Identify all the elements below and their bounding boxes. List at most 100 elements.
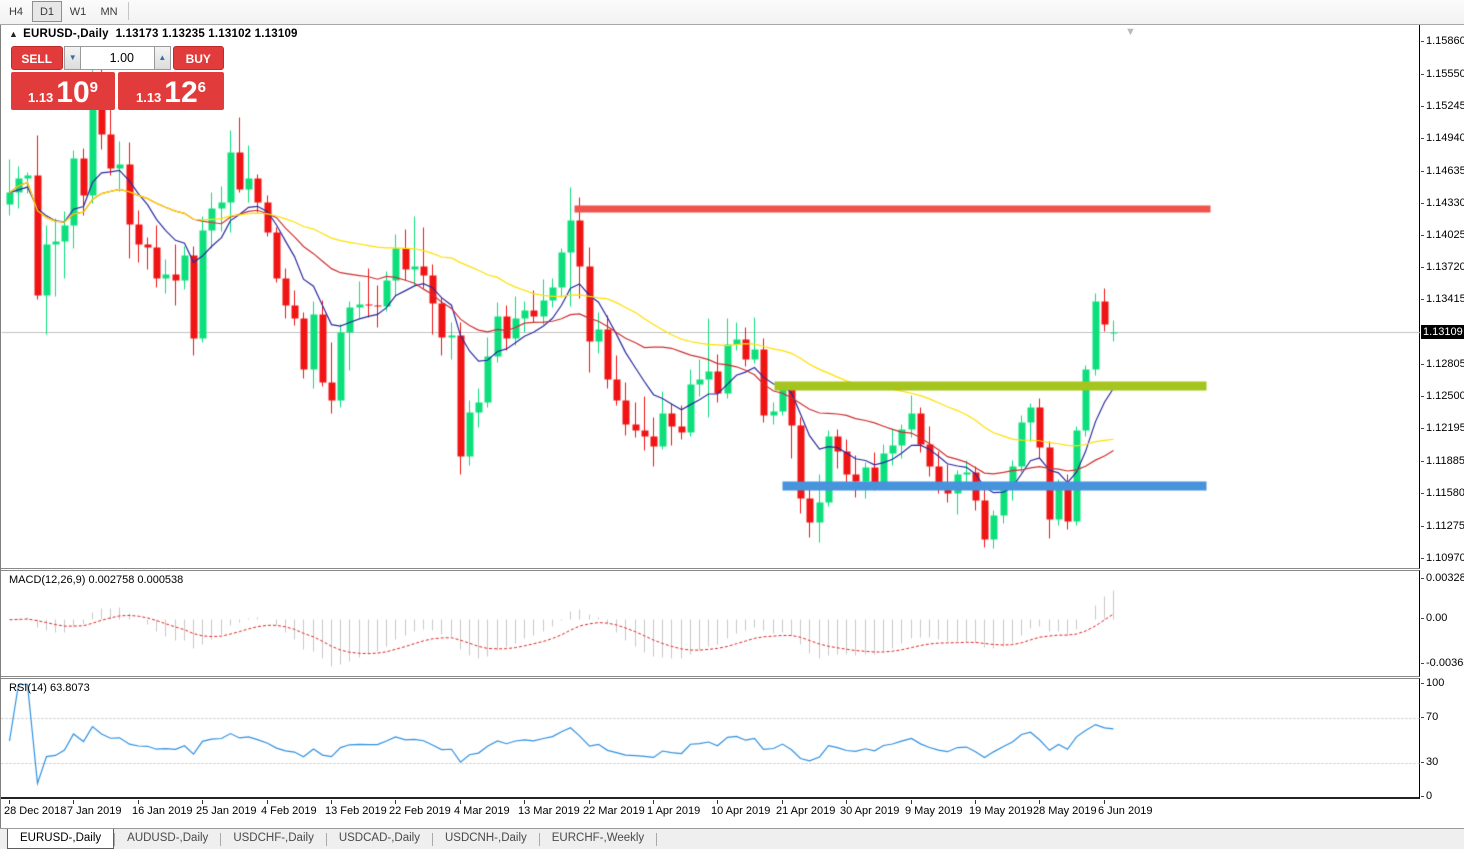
volume-decrease-icon[interactable]: ▼ <box>64 46 81 70</box>
rsi-axis-label: 70 <box>1426 711 1438 723</box>
chart-tab-usdcad-daily[interactable]: USDCAD-,Daily <box>327 829 432 849</box>
buy-button[interactable]: BUY <box>173 46 225 70</box>
price-axis-label: 1.14330 <box>1426 197 1464 209</box>
time-axis-tick <box>911 800 912 804</box>
time-axis[interactable]: 28 Dec 20187 Jan 2019 16 Jan 201925 Jan 2… <box>1 800 1420 828</box>
buy-price-sup: 6 <box>198 79 206 96</box>
sell-price-box[interactable]: 1.13 10 9 <box>11 72 115 110</box>
time-axis-tick <box>782 800 783 804</box>
time-axis-label: 13 Feb 2019 <box>325 805 387 817</box>
time-axis-label: 6 Jun 2019 <box>1098 805 1152 817</box>
sell-price-sup: 9 <box>90 79 98 96</box>
buy-price-small: 1.13 <box>136 90 161 105</box>
time-axis-tick <box>846 800 847 804</box>
macd-axis-label: 0.003287 <box>1426 572 1464 584</box>
collapse-panel-icon[interactable]: ▲ <box>9 29 18 39</box>
chart-window: ▲ EURUSD-,Daily 1.13173 1.13235 1.13102 1… <box>0 25 1464 828</box>
time-axis-label: 7 Jan 2019 <box>67 805 121 817</box>
price-axis-label: 1.11580 <box>1426 487 1464 499</box>
price-axis-label: 1.12805 <box>1426 358 1464 370</box>
timeframe-button-w1[interactable]: W1 <box>63 1 93 22</box>
price-axis-label: 1.14025 <box>1426 229 1464 241</box>
time-axis-label: 30 Apr 2019 <box>840 805 899 817</box>
time-axis-label: 10 Apr 2019 <box>711 805 770 817</box>
buy-price-box[interactable]: 1.13 12 6 <box>118 72 224 110</box>
price-axis-label: 1.11885 <box>1426 455 1464 467</box>
time-axis-tick <box>1039 800 1040 804</box>
time-axis-tick <box>717 800 718 804</box>
time-axis-tick <box>524 800 525 804</box>
time-axis-label: 25 Jan 2019 <box>196 805 257 817</box>
timeframe-button-h4[interactable]: H4 <box>1 1 31 22</box>
time-axis-label: 21 Apr 2019 <box>776 805 835 817</box>
volume-increase-icon[interactable]: ▲ <box>154 46 171 70</box>
chart-tab-bar: EURUSD-,DailyAUDUSD-,DailyUSDCHF-,DailyU… <box>0 828 1464 849</box>
chart-tab-usdchf-daily[interactable]: USDCHF-,Daily <box>221 829 326 849</box>
sell-price-small: 1.13 <box>28 90 53 105</box>
rsi-indicator-pane[interactable]: RSI(14) 63.8073 <box>1 678 1420 799</box>
time-axis-tick <box>9 800 10 804</box>
time-axis-tick <box>975 800 976 804</box>
time-axis-label: 13 Mar 2019 <box>518 805 580 817</box>
volume-input[interactable] <box>81 46 154 70</box>
chart-tab-eurchf-weekly[interactable]: EURCHF-,Weekly <box>540 829 656 849</box>
time-axis-label: 22 Feb 2019 <box>389 805 451 817</box>
timeframe-button-mn[interactable]: MN <box>94 1 124 22</box>
chart-shift-marker-icon[interactable]: ▼ <box>1125 26 1136 38</box>
time-axis-label: 19 May 2019 <box>969 805 1033 817</box>
price-axis-label: 1.14635 <box>1426 165 1464 177</box>
price-axis[interactable]: 1.15860 1.15550 1.15245 1.14940 1.14635 1.143… <box>1421 25 1464 800</box>
ohlc-values: 1.13173 1.13235 1.13102 1.13109 <box>116 28 298 40</box>
symbol-title: EURUSD-,Daily <box>23 28 109 40</box>
current-price-badge: 1.13109 <box>1421 325 1464 339</box>
time-axis-tick <box>331 800 332 804</box>
price-axis-label: 1.15860 <box>1426 35 1464 47</box>
time-axis-label: 4 Mar 2019 <box>454 805 510 817</box>
time-axis-label: 22 Mar 2019 <box>583 805 645 817</box>
timeframe-toolbar: H4D1W1MN <box>0 0 1464 25</box>
rsi-axis-label: 0 <box>1426 790 1432 802</box>
symbol-header: ▲ EURUSD-,Daily 1.13173 1.13235 1.13102 1… <box>9 28 298 40</box>
macd-axis-label: 0.00 <box>1426 612 1447 624</box>
buy-price-big: 12 <box>164 78 197 108</box>
time-axis-label: 28 Dec 2018 <box>4 805 66 817</box>
macd-indicator-pane[interactable]: MACD(12,26,9) 0.002758 0.000538 <box>1 570 1420 677</box>
price-axis-label: 1.15550 <box>1426 68 1464 80</box>
chart-tab-audusd-daily[interactable]: AUDUSD-,Daily <box>115 829 220 849</box>
toolbar-separator <box>128 2 129 20</box>
price-axis-label: 1.14940 <box>1426 132 1464 144</box>
sell-button[interactable]: SELL <box>11 46 63 70</box>
rsi-canvas[interactable] <box>1 679 1420 800</box>
rsi-label: RSI(14) 63.8073 <box>9 682 90 694</box>
price-axis-label: 1.13415 <box>1426 293 1464 305</box>
rsi-axis-label: 100 <box>1426 677 1444 689</box>
price-axis-label: 1.12195 <box>1426 422 1464 434</box>
price-chart-pane[interactable]: ▲ EURUSD-,Daily 1.13173 1.13235 1.13102 1… <box>1 25 1420 569</box>
macd-label: MACD(12,26,9) 0.002758 0.000538 <box>9 574 183 586</box>
time-axis-label: 9 May 2019 <box>905 805 962 817</box>
sell-price-big: 10 <box>56 78 89 108</box>
time-axis-tick <box>1104 800 1105 804</box>
macd-canvas[interactable] <box>1 571 1420 678</box>
time-axis-label: 16 Jan 2019 <box>132 805 193 817</box>
time-axis-tick <box>267 800 268 804</box>
chart-tab-usdcnh-daily[interactable]: USDCNH-,Daily <box>433 829 539 849</box>
price-axis-label: 1.11275 <box>1426 520 1464 532</box>
time-axis-label: 28 May 2019 <box>1033 805 1097 817</box>
one-click-trade-panel: SELL ▼ ▲ BUY 1.13 10 9 1.13 <box>11 46 224 110</box>
time-axis-label: 4 Feb 2019 <box>261 805 317 817</box>
rsi-axis-label: 30 <box>1426 756 1438 768</box>
price-axis-label: 1.13720 <box>1426 261 1464 273</box>
timeframe-button-d1[interactable]: D1 <box>32 1 62 22</box>
price-axis-label: 1.15245 <box>1426 100 1464 112</box>
time-axis-tick <box>73 800 74 804</box>
price-axis-label: 1.12500 <box>1426 390 1464 402</box>
time-axis-tick <box>589 800 590 804</box>
price-axis-label: 1.10970 <box>1426 552 1464 564</box>
time-axis-tick <box>202 800 203 804</box>
chart-tab-eurusd-daily[interactable]: EURUSD-,Daily <box>7 829 114 849</box>
macd-axis-label: -0.003659 <box>1426 657 1464 669</box>
time-axis-tick <box>395 800 396 804</box>
tab-separator <box>656 833 657 846</box>
time-axis-tick <box>460 800 461 804</box>
